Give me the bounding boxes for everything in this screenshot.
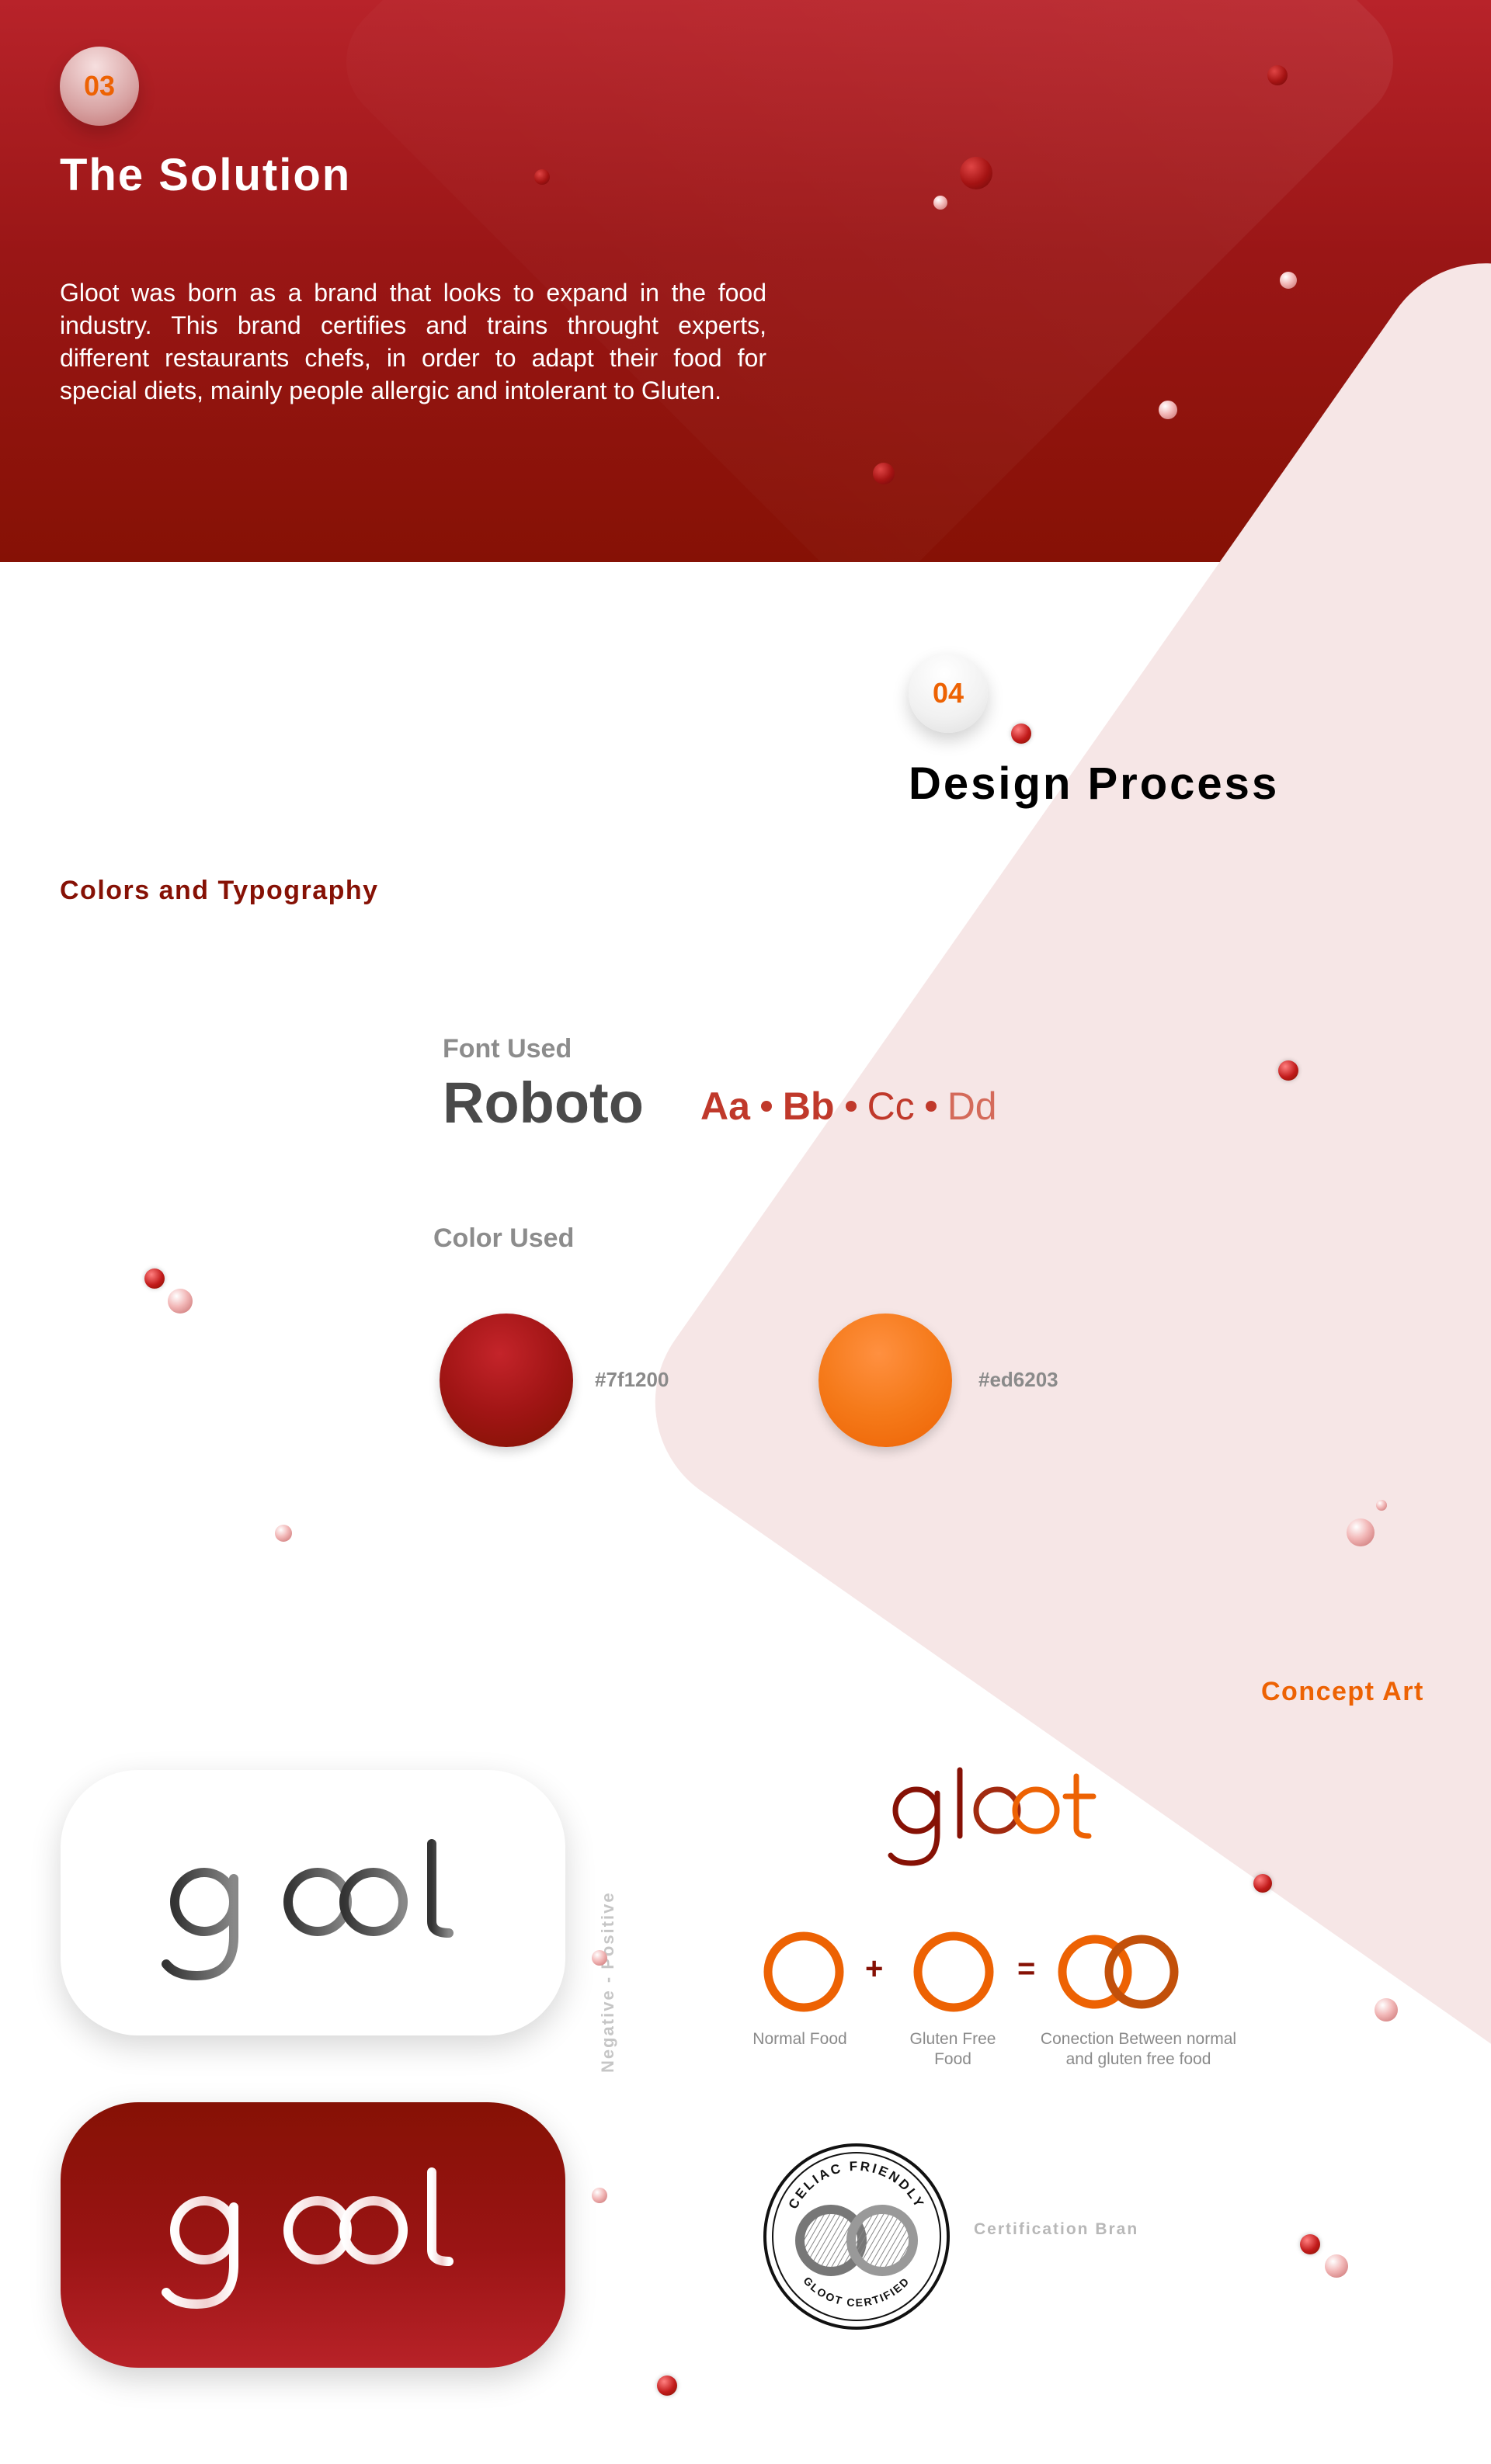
decorative-bubble bbox=[144, 1268, 165, 1289]
concept-equation bbox=[763, 1931, 1179, 2012]
section-number-badge: 03 bbox=[60, 47, 139, 126]
color-hex-label: #7f1200 bbox=[595, 1368, 669, 1391]
decorative-bubble bbox=[1300, 2234, 1320, 2254]
certification-label: Certification Bran bbox=[974, 2220, 1139, 2238]
separator-dot bbox=[845, 1101, 857, 1112]
colors-typography-heading: Colors and Typography bbox=[60, 876, 379, 905]
font-used-label: Font Used bbox=[443, 1034, 572, 1064]
solution-section: 03 The Solution Gloot was born as a bran… bbox=[0, 0, 1491, 562]
decorative-bubble bbox=[1159, 401, 1177, 419]
decorative-bubble bbox=[275, 1525, 292, 1542]
font-sample: Dd bbox=[947, 1085, 997, 1128]
plus-sign: + bbox=[865, 1952, 884, 1986]
font-sample-row: Aa Bb Cc Dd bbox=[700, 1084, 997, 1129]
logo-card-positive bbox=[61, 1770, 565, 2035]
decorative-bubble bbox=[534, 169, 550, 185]
decorative-bubble bbox=[1278, 1060, 1298, 1081]
caption-normal-food: Normal Food bbox=[752, 2030, 847, 2048]
decorative-bubble bbox=[873, 463, 895, 484]
separator-dot bbox=[760, 1101, 772, 1112]
gloot-concept-logo bbox=[888, 1767, 1097, 1866]
color-used-label: Color Used bbox=[433, 1223, 575, 1253]
decorative-bubble bbox=[1011, 724, 1031, 744]
concept-art-heading: Concept Art bbox=[1261, 1677, 1424, 1706]
solution-description: Gloot was born as a brand that looks to … bbox=[60, 279, 766, 404]
decorative-bubble bbox=[960, 157, 992, 189]
decorative-bubble bbox=[1375, 1998, 1398, 2022]
decorative-bubble bbox=[1347, 1518, 1375, 1546]
logo-card-negative bbox=[61, 2102, 565, 2368]
decorative-bubble bbox=[592, 1950, 607, 1966]
decorative-bubble bbox=[1267, 65, 1288, 85]
decorative-bubble bbox=[657, 2376, 677, 2396]
decorative-bubble bbox=[1325, 2254, 1348, 2278]
font-sample: Cc bbox=[867, 1085, 915, 1128]
font-sample: Aa bbox=[700, 1085, 750, 1128]
decorative-bubble bbox=[1376, 1500, 1387, 1511]
design-process-title: Design Process bbox=[909, 758, 1280, 809]
font-name: Roboto bbox=[443, 1071, 644, 1135]
certification-seal-icon: CELIAC FRIENDLY GLOOT CERTIFIED bbox=[763, 2143, 950, 2330]
color-swatch-red bbox=[440, 1314, 573, 1447]
gloot-logo-light bbox=[162, 2160, 463, 2310]
font-sample: Bb bbox=[782, 1085, 835, 1128]
gloot-logo-dark bbox=[162, 1831, 463, 1981]
equals-sign: = bbox=[1017, 1952, 1036, 1986]
gluten-free-ring-icon bbox=[913, 1931, 994, 2012]
decorative-bubble bbox=[168, 1289, 193, 1314]
separator-dot bbox=[925, 1101, 937, 1112]
decorative-bubble bbox=[1280, 272, 1297, 289]
section-number-badge: 04 bbox=[909, 654, 988, 733]
color-swatch-orange bbox=[818, 1314, 952, 1447]
decorative-bubble bbox=[592, 2188, 607, 2203]
solution-title: The Solution bbox=[60, 150, 352, 200]
color-hex-label: #ed6203 bbox=[978, 1368, 1058, 1391]
normal-food-ring-icon bbox=[763, 1931, 844, 2012]
decorative-bubble bbox=[1253, 1874, 1272, 1893]
negative-positive-label: Negative - Positive bbox=[598, 1891, 617, 2073]
decorative-bubble bbox=[933, 196, 947, 210]
caption-gluten-free-food: Gluten Free Food bbox=[909, 2030, 996, 2068]
caption-connection: Conection Between normal and gluten free… bbox=[1040, 2030, 1237, 2068]
